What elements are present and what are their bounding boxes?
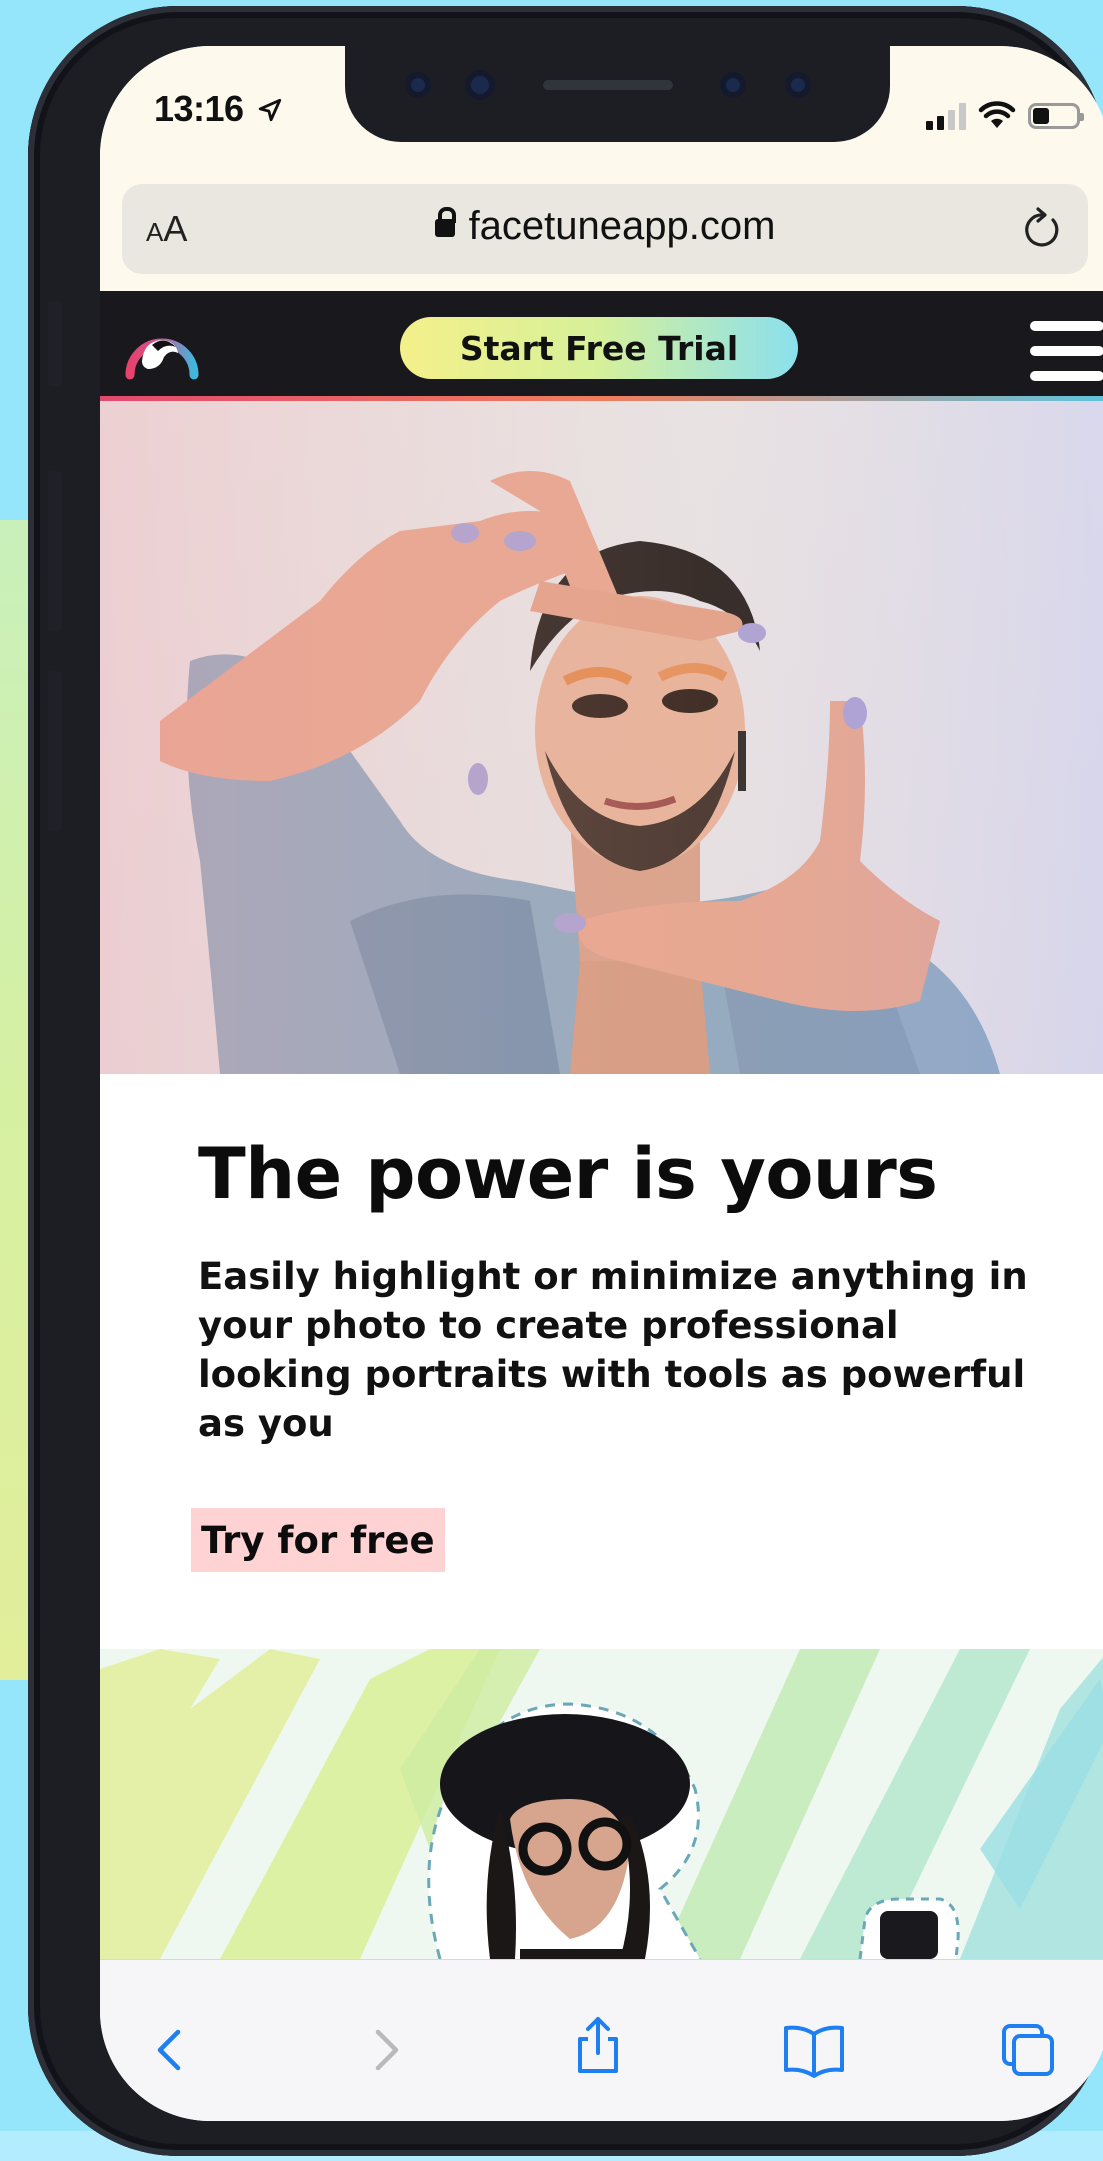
earpiece-speaker — [543, 80, 673, 90]
feature-illustration — [100, 1649, 1103, 1959]
url-field[interactable]: facetuneapp.com — [122, 204, 1088, 249]
phone-screen: 13:16 AA facetuneapp.com Start Free Tria… — [100, 46, 1103, 2121]
location-arrow-icon — [258, 98, 282, 122]
battery-icon — [1028, 103, 1084, 129]
cellular-signal-icon — [926, 102, 966, 130]
back-icon[interactable] — [142, 2020, 202, 2080]
volume-down-button — [48, 671, 62, 831]
hero-body-text: Easily highlight or minimize anything in… — [198, 1255, 1028, 1445]
browser-address-area: AA facetuneapp.com — [100, 176, 1103, 291]
hero-image — [100, 401, 1103, 1074]
sensor-dot — [785, 72, 811, 98]
site-header: Start Free Trial — [100, 291, 1103, 401]
bookmarks-icon[interactable] — [782, 2020, 846, 2080]
front-camera — [465, 70, 495, 100]
wifi-icon — [978, 101, 1016, 128]
volume-up-button — [48, 471, 62, 631]
menu-icon[interactable] — [1030, 321, 1103, 381]
status-icons — [926, 96, 1084, 136]
sensor-dot — [405, 72, 431, 98]
phone-frame: 13:16 AA facetuneapp.com Start Free Tria… — [28, 6, 1103, 2156]
url-text: facetuneapp.com — [468, 204, 776, 248]
notch — [345, 46, 890, 142]
status-time: 13:16 — [154, 88, 283, 130]
browser-toolbar — [100, 1959, 1103, 2121]
address-bar[interactable]: AA facetuneapp.com — [122, 184, 1088, 274]
forward-icon — [375, 2029, 399, 2071]
hero-content: The power is yours Easily highlight or m… — [198, 1126, 1058, 1448]
tabs-icon[interactable] — [998, 2020, 1058, 2080]
mute-switch — [48, 301, 62, 386]
share-icon[interactable] — [568, 2015, 628, 2075]
reload-icon[interactable] — [1016, 204, 1066, 254]
hero-headline: The power is yours — [198, 1133, 938, 1215]
lock-icon — [434, 207, 456, 237]
try-for-free-button[interactable]: Try for free — [191, 1508, 445, 1572]
start-free-trial-button[interactable]: Start Free Trial — [400, 317, 798, 379]
status-bar: 13:16 — [100, 46, 1103, 176]
facetune-logo-icon[interactable] — [122, 313, 202, 383]
sensor-dot — [720, 72, 746, 98]
